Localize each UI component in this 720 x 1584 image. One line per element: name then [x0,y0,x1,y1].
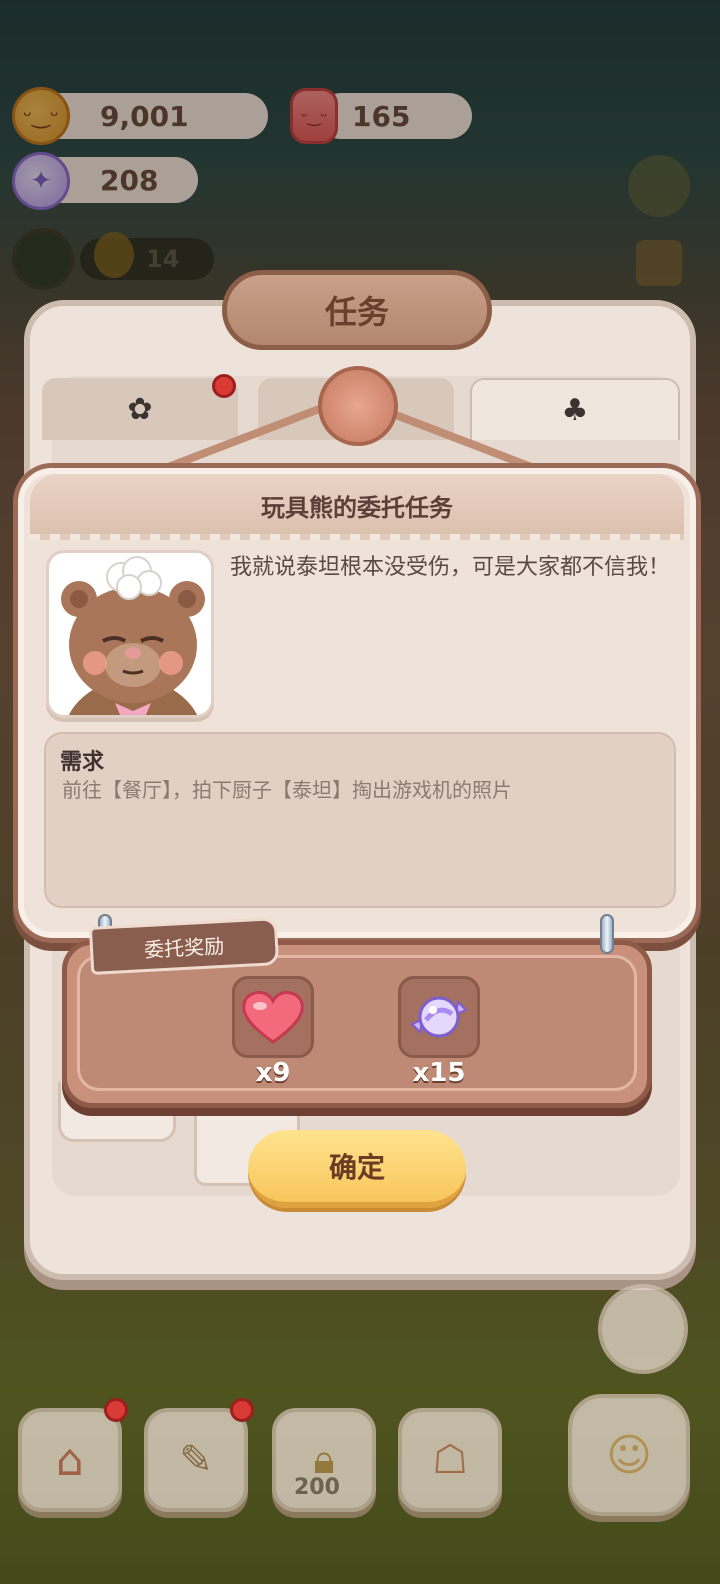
reward-item-candy [398,976,480,1058]
heart-icon [242,990,304,1044]
reward-item-heart [232,976,314,1058]
paw-badge-icon: ✿ [127,391,153,427]
reward-label-tag: 委托奖励 [88,917,280,975]
character-icon: ☺ [606,1429,652,1481]
bear-speech-text: 我就说泰坦根本没受伤，可是大家都不信我！ [230,555,671,580]
notebook-notification-dot [230,1398,254,1422]
reward-count-heart: x9 [255,1058,291,1088]
shop-button[interactable]: ☖ [398,1408,502,1512]
hanger-knob [318,366,398,446]
commission-dialog: 玩具熊的委托任务 我就说泰坦根本没受伤，可是大家都不信我！ 需求 前往【餐厅】，… [18,468,696,938]
tab-bear[interactable]: ♣ [470,378,680,440]
notebook-button[interactable]: ✎ [144,1408,248,1512]
dialog-header: 玩具熊的委托任务 [30,474,684,540]
pin-right-icon [600,914,614,954]
tab-notification-dot [212,374,236,398]
requirement-text: 前往【餐厅】，拍下厨子【泰坦】掏出游戏机的照片 [62,778,512,802]
mushroom-house-icon: ⌂ [56,1434,84,1486]
lock-price: 200 [294,1475,340,1500]
bear-silhouette-icon: ♣ [561,392,589,428]
shop-stall-icon: ☖ [432,1437,468,1483]
requirement-box: 需求 前往【餐厅】，拍下厨子【泰坦】掏出游戏机的照片 [44,732,676,908]
character-button[interactable]: ☺ [568,1394,690,1516]
candy-icon [410,996,468,1038]
reward-card-inner [77,955,637,1091]
house-notification-dot [104,1398,128,1422]
teddy-bear-portrait [46,550,214,718]
requirement-title: 需求 [60,750,105,775]
task-title: 任务 [324,293,389,331]
confirm-button[interactable]: 确定 [248,1130,466,1208]
tab-paw-badge[interactable]: ✿ [42,378,238,440]
locked-button[interactable]: 🔒︎ 200 [272,1408,376,1512]
reward-count-candy: x15 [412,1058,466,1088]
dialog-title: 玩具熊的委托任务 [261,493,453,522]
teddy-bear-icon [61,556,205,715]
confirm-label: 确定 [328,1151,385,1184]
notebook-icon: ✎ [179,1437,213,1483]
chat-bubble-button[interactable] [598,1284,688,1374]
house-button[interactable]: ⌂ [18,1408,122,1512]
task-title-plate: 任务 [222,270,492,350]
reward-label: 委托奖励 [143,933,225,962]
